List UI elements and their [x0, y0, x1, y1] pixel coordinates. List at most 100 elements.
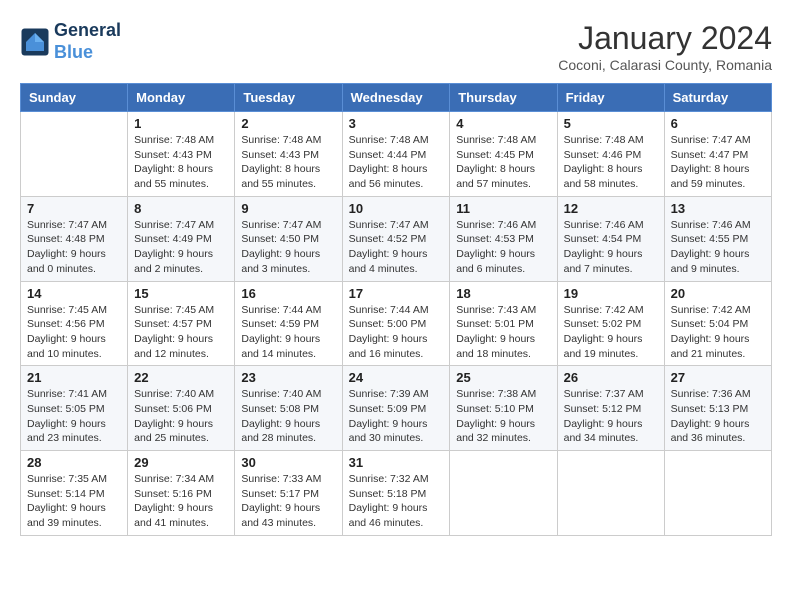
calendar-week-row: 28 Sunrise: 7:35 AMSunset: 5:14 PMDayligh… — [21, 451, 772, 536]
calendar-cell: 12Sunrise: 7:46 AMSunset: 4:54 PMDayligh… — [557, 196, 664, 281]
calendar-cell: 31 Sunrise: 7:32 AMSunset: 5:18 PMDayligh… — [342, 451, 450, 536]
calendar-cell: 11Sunrise: 7:46 AMSunset: 4:53 PMDayligh… — [450, 196, 557, 281]
day-info: Sunrise: 7:48 AMSunset: 4:46 PMDaylight:… — [564, 133, 658, 192]
day-info: Sunrise: 7:45 AMSunset: 4:56 PMDaylight:… — [27, 303, 121, 362]
day-number: 1 — [134, 116, 228, 131]
day-number: 14 — [27, 286, 121, 301]
calendar-cell: 1 Sunrise: 7:48 AMSunset: 4:43 PMDaylight… — [128, 112, 235, 197]
day-number: 6 — [671, 116, 765, 131]
page-header: General Blue January 2024 Coconi, Calara… — [20, 20, 772, 73]
calendar-cell: 24Sunrise: 7:39 AMSunset: 5:09 PMDayligh… — [342, 366, 450, 451]
calendar-cell: 9 Sunrise: 7:47 AMSunset: 4:50 PMDaylight… — [235, 196, 342, 281]
day-number: 2 — [241, 116, 335, 131]
calendar-header-saturday: Saturday — [664, 84, 771, 112]
day-info: Sunrise: 7:37 AMSunset: 5:12 PMDaylight:… — [564, 387, 658, 446]
month-title: January 2024 — [558, 20, 772, 57]
day-info: Sunrise: 7:48 AMSunset: 4:43 PMDaylight:… — [134, 133, 228, 192]
day-info: Sunrise: 7:40 AMSunset: 5:08 PMDaylight:… — [241, 387, 335, 446]
calendar-cell: 25 Sunrise: 7:38 AMSunset: 5:10 PMDayligh… — [450, 366, 557, 451]
calendar-cell: 23Sunrise: 7:40 AMSunset: 5:08 PMDayligh… — [235, 366, 342, 451]
calendar-cell — [21, 112, 128, 197]
calendar-cell — [557, 451, 664, 536]
day-info: Sunrise: 7:36 AMSunset: 5:13 PMDaylight:… — [671, 387, 765, 446]
day-info: Sunrise: 7:34 AMSunset: 5:16 PMDaylight:… — [134, 472, 228, 531]
calendar-header-thursday: Thursday — [450, 84, 557, 112]
day-number: 9 — [241, 201, 335, 216]
calendar-header-monday: Monday — [128, 84, 235, 112]
day-number: 3 — [349, 116, 444, 131]
calendar-cell: 30 Sunrise: 7:33 AMSunset: 5:17 PMDayligh… — [235, 451, 342, 536]
day-number: 28 — [27, 455, 121, 470]
calendar-cell: 22Sunrise: 7:40 AMSunset: 5:06 PMDayligh… — [128, 366, 235, 451]
logo: General Blue — [20, 20, 121, 63]
day-number: 26 — [564, 370, 658, 385]
title-block: January 2024 Coconi, Calarasi County, Ro… — [558, 20, 772, 73]
calendar-cell: 14 Sunrise: 7:45 AMSunset: 4:56 PMDayligh… — [21, 281, 128, 366]
logo-line1: General — [54, 20, 121, 42]
day-info: Sunrise: 7:32 AMSunset: 5:18 PMDaylight:… — [349, 472, 444, 531]
day-info: Sunrise: 7:44 AMSunset: 5:00 PMDaylight:… — [349, 303, 444, 362]
day-number: 11 — [456, 201, 550, 216]
day-number: 30 — [241, 455, 335, 470]
calendar-cell: 20 Sunrise: 7:42 AMSunset: 5:04 PMDayligh… — [664, 281, 771, 366]
calendar-header-sunday: Sunday — [21, 84, 128, 112]
logo-line2: Blue — [54, 42, 93, 62]
day-info: Sunrise: 7:35 AMSunset: 5:14 PMDaylight:… — [27, 472, 121, 531]
day-number: 10 — [349, 201, 444, 216]
calendar-cell: 21Sunrise: 7:41 AMSunset: 5:05 PMDayligh… — [21, 366, 128, 451]
location-subtitle: Coconi, Calarasi County, Romania — [558, 57, 772, 73]
day-info: Sunrise: 7:40 AMSunset: 5:06 PMDaylight:… — [134, 387, 228, 446]
day-number: 19 — [564, 286, 658, 301]
day-info: Sunrise: 7:33 AMSunset: 5:17 PMDaylight:… — [241, 472, 335, 531]
day-number: 20 — [671, 286, 765, 301]
day-number: 29 — [134, 455, 228, 470]
day-number: 18 — [456, 286, 550, 301]
calendar-cell: 26 Sunrise: 7:37 AMSunset: 5:12 PMDayligh… — [557, 366, 664, 451]
calendar-header-friday: Friday — [557, 84, 664, 112]
logo-text: General Blue — [54, 20, 121, 63]
calendar-cell: 16 Sunrise: 7:44 AMSunset: 4:59 PMDayligh… — [235, 281, 342, 366]
day-info: Sunrise: 7:38 AMSunset: 5:10 PMDaylight:… — [456, 387, 550, 446]
calendar-cell: 13 Sunrise: 7:46 AMSunset: 4:55 PMDayligh… — [664, 196, 771, 281]
calendar-cell: 8 Sunrise: 7:47 AMSunset: 4:49 PMDaylight… — [128, 196, 235, 281]
calendar-cell: 17 Sunrise: 7:44 AMSunset: 5:00 PMDayligh… — [342, 281, 450, 366]
calendar-week-row: 21Sunrise: 7:41 AMSunset: 5:05 PMDayligh… — [21, 366, 772, 451]
calendar-cell: 10Sunrise: 7:47 AMSunset: 4:52 PMDayligh… — [342, 196, 450, 281]
calendar-cell: 7 Sunrise: 7:47 AMSunset: 4:48 PMDaylight… — [21, 196, 128, 281]
day-number: 7 — [27, 201, 121, 216]
day-info: Sunrise: 7:47 AMSunset: 4:48 PMDaylight:… — [27, 218, 121, 277]
calendar-week-row: 14 Sunrise: 7:45 AMSunset: 4:56 PMDayligh… — [21, 281, 772, 366]
day-number: 13 — [671, 201, 765, 216]
calendar-cell — [664, 451, 771, 536]
logo-icon — [20, 27, 50, 57]
day-info: Sunrise: 7:46 AMSunset: 4:55 PMDaylight:… — [671, 218, 765, 277]
day-info: Sunrise: 7:47 AMSunset: 4:47 PMDaylight:… — [671, 133, 765, 192]
day-number: 31 — [349, 455, 444, 470]
calendar-header-wednesday: Wednesday — [342, 84, 450, 112]
day-info: Sunrise: 7:47 AMSunset: 4:49 PMDaylight:… — [134, 218, 228, 277]
day-number: 25 — [456, 370, 550, 385]
day-info: Sunrise: 7:48 AMSunset: 4:43 PMDaylight:… — [241, 133, 335, 192]
calendar-header-tuesday: Tuesday — [235, 84, 342, 112]
day-info: Sunrise: 7:48 AMSunset: 4:45 PMDaylight:… — [456, 133, 550, 192]
calendar-cell: 6 Sunrise: 7:47 AMSunset: 4:47 PMDaylight… — [664, 112, 771, 197]
calendar-cell: 3Sunrise: 7:48 AMSunset: 4:44 PMDaylight… — [342, 112, 450, 197]
day-number: 17 — [349, 286, 444, 301]
day-number: 21 — [27, 370, 121, 385]
calendar-cell: 4 Sunrise: 7:48 AMSunset: 4:45 PMDaylight… — [450, 112, 557, 197]
day-info: Sunrise: 7:42 AMSunset: 5:02 PMDaylight:… — [564, 303, 658, 362]
day-info: Sunrise: 7:44 AMSunset: 4:59 PMDaylight:… — [241, 303, 335, 362]
day-number: 4 — [456, 116, 550, 131]
calendar-table: SundayMondayTuesdayWednesdayThursdayFrid… — [20, 83, 772, 536]
calendar-cell: 19 Sunrise: 7:42 AMSunset: 5:02 PMDayligh… — [557, 281, 664, 366]
calendar-cell: 29 Sunrise: 7:34 AMSunset: 5:16 PMDayligh… — [128, 451, 235, 536]
day-number: 16 — [241, 286, 335, 301]
calendar-cell: 27Sunrise: 7:36 AMSunset: 5:13 PMDayligh… — [664, 366, 771, 451]
day-info: Sunrise: 7:42 AMSunset: 5:04 PMDaylight:… — [671, 303, 765, 362]
calendar-cell: 18Sunrise: 7:43 AMSunset: 5:01 PMDayligh… — [450, 281, 557, 366]
day-number: 12 — [564, 201, 658, 216]
calendar-cell: 2 Sunrise: 7:48 AMSunset: 4:43 PMDaylight… — [235, 112, 342, 197]
day-info: Sunrise: 7:47 AMSunset: 4:50 PMDaylight:… — [241, 218, 335, 277]
calendar-week-row: 7 Sunrise: 7:47 AMSunset: 4:48 PMDaylight… — [21, 196, 772, 281]
day-number: 8 — [134, 201, 228, 216]
